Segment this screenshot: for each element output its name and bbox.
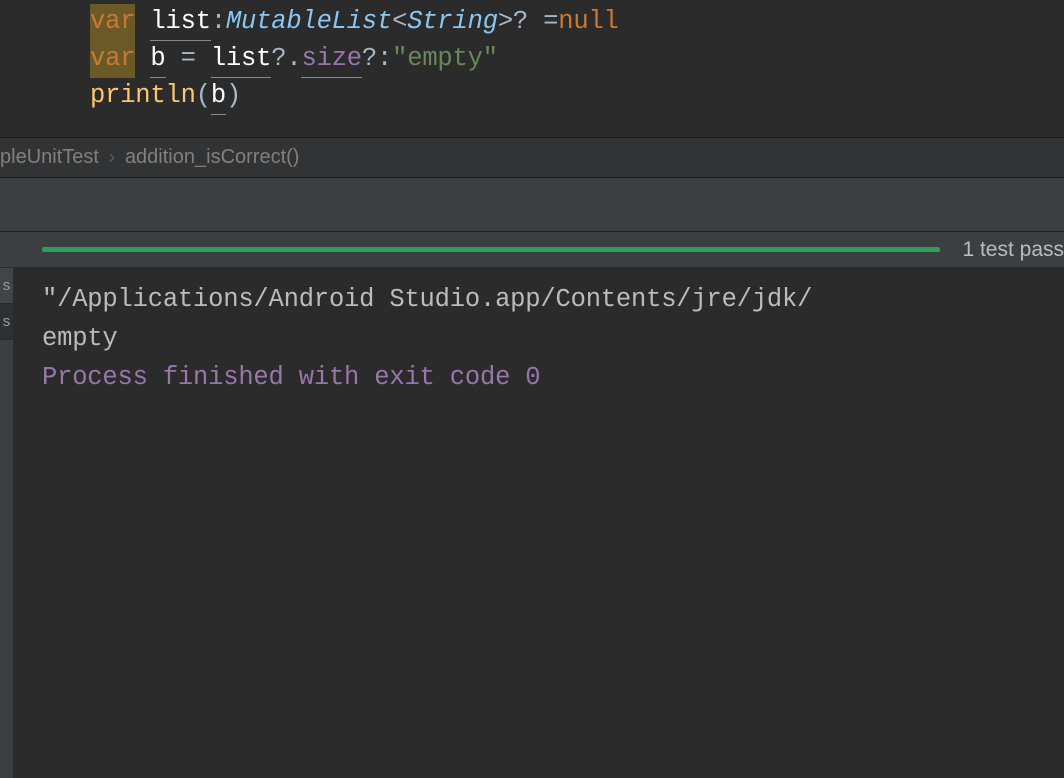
chevron-right-icon: › bbox=[109, 147, 115, 168]
test-status-label: 1 test pass bbox=[962, 238, 1064, 262]
variable-list: list bbox=[211, 41, 271, 78]
gutter: s s bbox=[0, 268, 14, 778]
variable-b: b bbox=[211, 78, 226, 115]
test-progress-row: 1 test pass bbox=[0, 232, 1064, 268]
type-string: String bbox=[407, 4, 498, 41]
breadcrumb[interactable]: pleUnitTest › addition_isCorrect() bbox=[0, 137, 1064, 177]
string-literal: "empty" bbox=[392, 41, 498, 78]
console-line: empty bbox=[42, 319, 1064, 358]
gutter-tab[interactable]: s bbox=[0, 304, 13, 340]
test-progress-bar bbox=[42, 247, 940, 252]
breadcrumb-test-method[interactable]: addition_isCorrect() bbox=[125, 146, 300, 169]
function-println: println bbox=[90, 78, 196, 115]
code-editor[interactable]: var list:MutableList<String>? =null var … bbox=[0, 0, 1064, 137]
property-size: size bbox=[301, 41, 361, 78]
console-exit-line: Process finished with exit code 0 bbox=[42, 358, 1064, 397]
code-line[interactable]: var list:MutableList<String>? =null bbox=[0, 4, 1064, 41]
keyword-var: var bbox=[90, 4, 135, 41]
keyword-var: var bbox=[90, 41, 135, 78]
code-line[interactable]: var b = list?.size?:"empty" bbox=[0, 41, 1064, 78]
test-toolbar bbox=[0, 177, 1064, 232]
console-line: "/Applications/Android Studio.app/Conten… bbox=[42, 280, 1064, 319]
code-line[interactable]: println(b) bbox=[0, 78, 1064, 115]
breadcrumb-test-class[interactable]: pleUnitTest bbox=[0, 146, 99, 169]
gutter-tab[interactable]: s bbox=[0, 268, 13, 304]
console-output[interactable]: "/Applications/Android Studio.app/Conten… bbox=[14, 268, 1064, 778]
variable-b: b bbox=[150, 41, 165, 78]
type-mutablelist: MutableList bbox=[226, 4, 392, 41]
variable-list: list bbox=[150, 4, 210, 41]
keyword-null: null bbox=[558, 4, 618, 41]
console-panel: s s "/Applications/Android Studio.app/Co… bbox=[0, 268, 1064, 778]
